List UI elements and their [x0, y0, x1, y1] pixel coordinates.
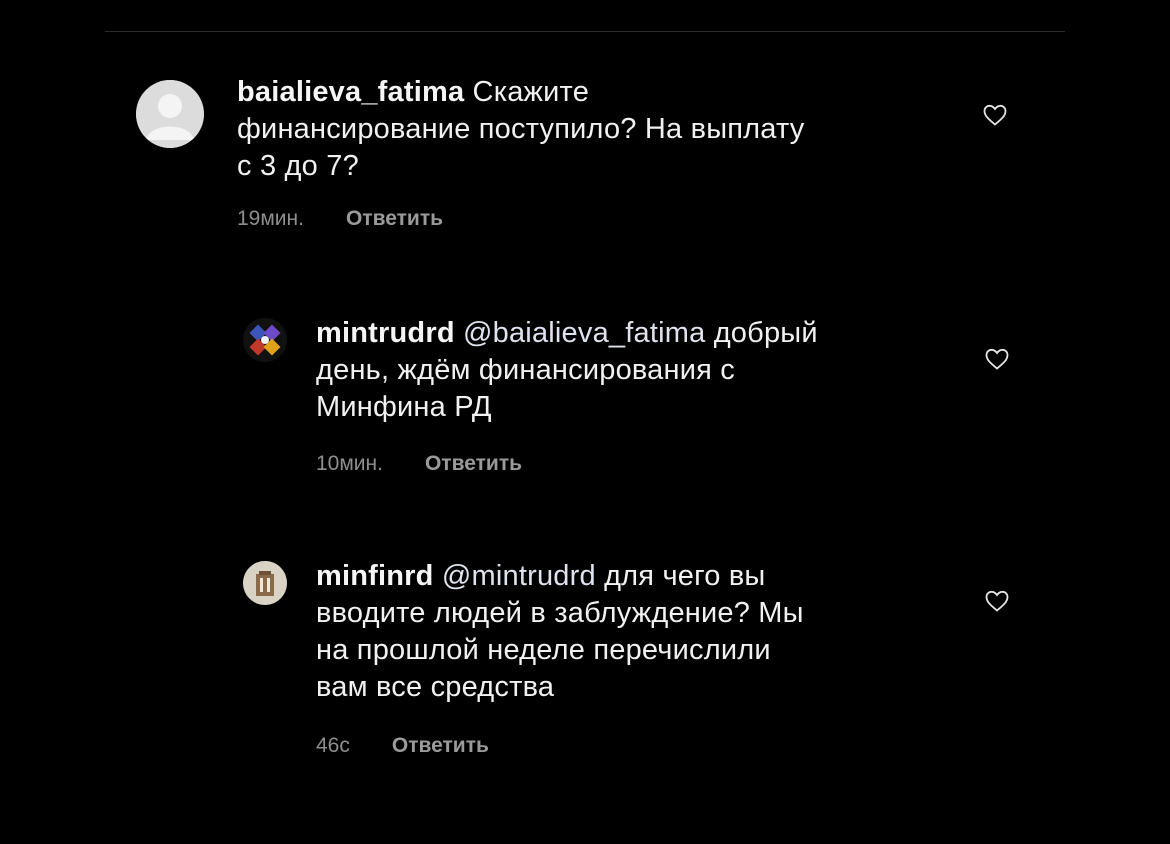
comment-1-time: 19мин.	[237, 207, 304, 230]
heart-outline-icon	[985, 348, 1009, 370]
comment-1-line-2: с 3 до 7?	[237, 150, 359, 182]
comment-3-meta: 46с Ответить	[316, 734, 956, 758]
comment-3-line-0: для чего вы	[604, 560, 766, 592]
comment-2-line-0: добрый	[713, 317, 818, 349]
comment-2-line-2: Минфина РД	[316, 391, 492, 423]
comment-2-mention[interactable]: @baialieva_fatima	[463, 317, 705, 349]
comment-2-line-1: день, ждём финансирования с	[316, 354, 735, 386]
comment-3-line-3: вам все средства	[316, 671, 555, 703]
comment-3-time: 46с	[316, 734, 350, 757]
comment-2-time: 10мин.	[316, 452, 383, 475]
comment-1-text: baialieva_fatima Скажите финансирование …	[237, 74, 937, 185]
comment-2-like-button[interactable]	[984, 347, 1010, 371]
comment-3: minfinrd @mintrudrd для чего вы вводите …	[316, 558, 956, 758]
ministry-logo-icon	[243, 318, 287, 362]
comment-3-text: minfinrd @mintrudrd для чего вы вводите …	[316, 558, 956, 706]
comment-3-reply-button[interactable]: Ответить	[392, 734, 489, 758]
top-divider	[105, 31, 1065, 32]
comment-3-username[interactable]: minfinrd	[316, 560, 434, 592]
building-avatar-icon	[243, 561, 287, 605]
comment-3-line-2: на прошлой неделе перечислили	[316, 634, 771, 666]
comment-3-like-button[interactable]	[984, 589, 1010, 613]
comment-2-username[interactable]: mintrudrd	[316, 317, 455, 349]
comment-1-line-0: Скажите	[472, 76, 590, 108]
comment-3-mention[interactable]: @mintrudrd	[442, 560, 596, 592]
avatar-baialieva[interactable]	[136, 80, 204, 148]
comment-2-meta: 10мин. Ответить	[316, 452, 956, 476]
comment-2: mintrudrd @baialieva_fatima добрый день,…	[316, 315, 956, 476]
comment-1-reply-button[interactable]: Ответить	[346, 207, 443, 231]
comment-2-text: mintrudrd @baialieva_fatima добрый день,…	[316, 315, 956, 426]
comment-1-line-1: финансирование поступило? На выплату	[237, 113, 805, 145]
avatar-minfinrd[interactable]	[243, 561, 287, 605]
comment-1-username[interactable]: baialieva_fatima	[237, 76, 464, 108]
comment-1: baialieva_fatima Скажите финансирование …	[237, 74, 937, 231]
avatar-mintrudrd[interactable]	[243, 318, 287, 362]
comment-1-like-button[interactable]	[982, 103, 1008, 127]
default-avatar-icon	[136, 80, 204, 148]
comment-2-reply-button[interactable]: Ответить	[425, 452, 522, 476]
comment-1-meta: 19мин. Ответить	[237, 207, 937, 231]
heart-outline-icon	[985, 590, 1009, 612]
heart-outline-icon	[983, 104, 1007, 126]
comment-3-line-1: вводите людей в заблуждение? Мы	[316, 597, 804, 629]
